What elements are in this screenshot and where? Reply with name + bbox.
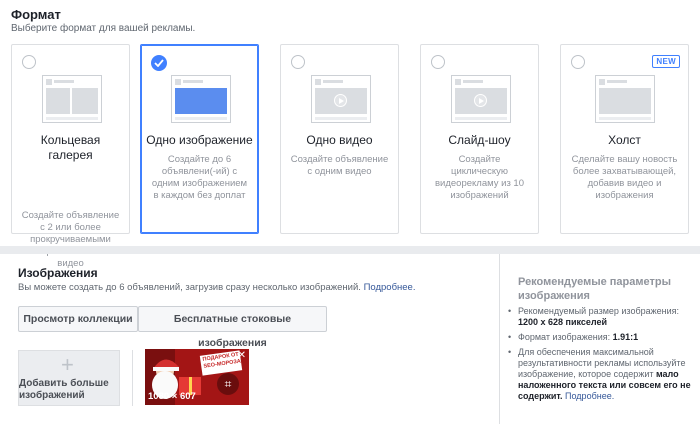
card-title: Холст <box>608 133 641 147</box>
card-description: Создайте циклическую видеорекламу из 10 … <box>434 154 525 201</box>
image-preview-icon <box>171 75 231 123</box>
images-subtitle: Вы можете создать до 6 объявлений, загру… <box>18 282 416 293</box>
radio-button[interactable] <box>291 55 305 69</box>
images-subtitle-text: Вы можете создать до 6 объявлений, загру… <box>18 282 361 293</box>
slideshow-preview-icon <box>451 75 511 123</box>
radio-button[interactable] <box>22 55 36 69</box>
radio-button[interactable] <box>571 55 585 69</box>
canvas-preview-icon <box>595 75 655 123</box>
divider <box>132 350 133 406</box>
image-size-label: 1080 × 607 <box>148 391 196 402</box>
format-value: 1.91:1 <box>612 332 639 342</box>
format-subtitle: Выберите формат для вашей рекламы. <box>11 23 196 34</box>
list-item: Формат изображения: 1.91:1 <box>508 332 694 343</box>
card-description: Создайте объявление с 2 или более прокру… <box>21 210 120 269</box>
recommendations-more-link[interactable]: Подробнее. <box>565 391 614 401</box>
uploaded-image-thumbnail[interactable]: ПОДАРОК ОТ SEO-МОРОЗА ✕ ⌗ 1080 × 607 <box>145 349 249 405</box>
card-title: Кольцевая <box>40 133 101 147</box>
carousel-preview-icon <box>42 75 102 123</box>
card-title-line2: галерея <box>48 148 93 162</box>
add-more-label-line2: изображений <box>19 390 85 401</box>
card-title: Слайд-шоу <box>448 133 511 147</box>
size-label: Рекомендуемый размер изображения: <box>518 306 680 316</box>
radio-button[interactable] <box>431 55 445 69</box>
format-card-single-image[interactable]: Одно изображение Создайте до 6 объявлени… <box>140 44 259 234</box>
recommendations-list: Рекомендуемый размер изображения: 1200 x… <box>508 306 694 406</box>
collection-preview-button[interactable]: Просмотр коллекции <box>18 306 138 332</box>
vertical-divider <box>499 254 500 424</box>
images-title: Изображения <box>18 266 98 280</box>
card-title: Одно изображение <box>146 133 253 147</box>
new-badge: NEW <box>652 55 680 68</box>
size-value: 1200 x 628 пикселей <box>518 317 608 327</box>
list-item: Рекомендуемый размер изображения: 1200 x… <box>508 306 694 328</box>
checkmark-icon[interactable] <box>151 55 167 71</box>
add-more-label: Добавить больше <box>19 378 109 389</box>
format-card-single-video[interactable]: Одно видео Создайте объявление с одним в… <box>280 44 399 234</box>
plus-icon: + <box>61 352 74 377</box>
card-description: Сделайте вашу новость более захватывающе… <box>571 154 678 201</box>
format-card-carousel[interactable]: Кольцевая галерея Создайте объявление с … <box>11 44 130 269</box>
add-more-images-button[interactable]: + Добавить больше изображений <box>18 350 120 406</box>
crop-icon[interactable]: ⌗ <box>217 373 239 395</box>
video-preview-icon <box>311 75 371 123</box>
list-item: Для обеспечения максимальной результатив… <box>508 347 694 402</box>
format-card-slideshow[interactable]: Слайд-шоу Создайте циклическую видеорекл… <box>420 44 539 234</box>
card-description: Создайте объявление с одним видео <box>290 154 389 177</box>
card-description: Создайте до 6 объявлени(-ий) с одним изо… <box>151 154 248 201</box>
free-stock-images-button[interactable]: Бесплатные стоковые изображения <box>138 306 327 349</box>
format-title: Формат <box>11 7 61 22</box>
recommendations-title: Рекомендуемые параметры изображения <box>518 276 671 302</box>
section-separator <box>0 246 700 254</box>
card-title: Одно видео <box>306 133 373 147</box>
close-icon[interactable]: ✕ <box>238 350 246 361</box>
format-label: Формат изображения: <box>518 332 611 342</box>
images-more-link[interactable]: Подробнее. <box>364 282 416 293</box>
format-card-canvas[interactable]: NEW Холст Сделайте вашу новость более за… <box>560 44 689 234</box>
